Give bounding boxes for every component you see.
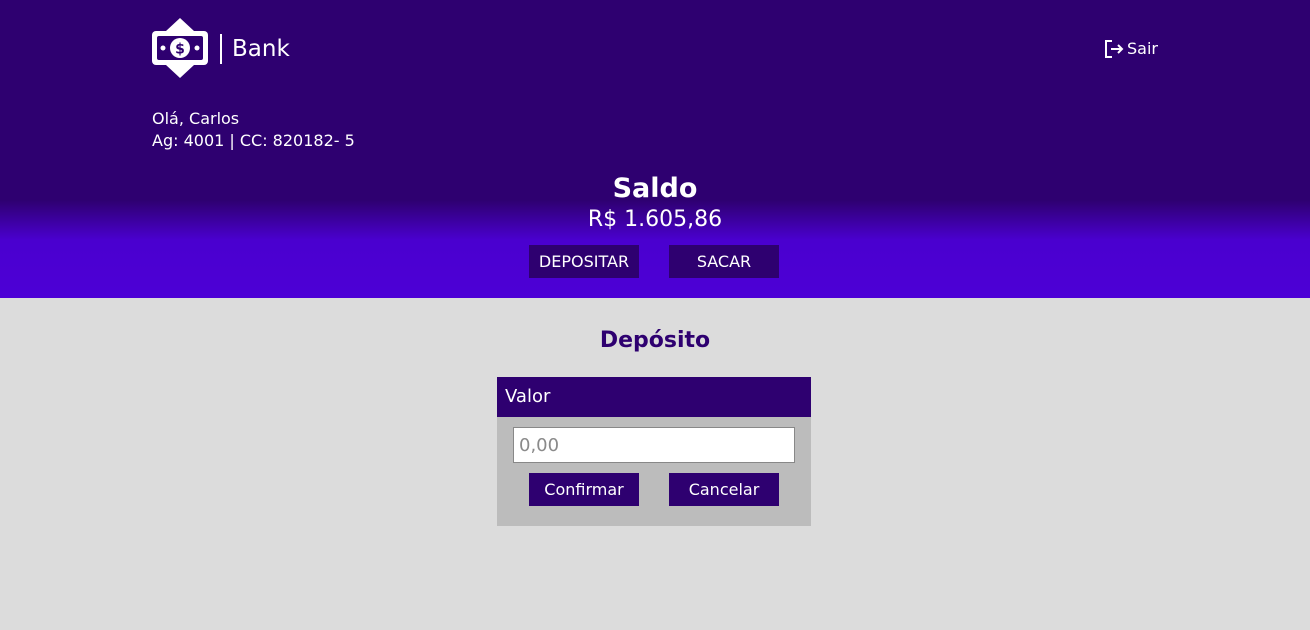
money-bill-icon: $ [152, 17, 208, 79]
cancel-button[interactable]: Cancelar [669, 473, 779, 506]
balance-title: Saldo [612, 173, 698, 204]
amount-input[interactable] [513, 427, 795, 463]
deposit-title: Depósito [599, 328, 711, 353]
deposit-button[interactable]: DEPOSITAR [529, 245, 639, 278]
sign-out-icon [1104, 39, 1124, 59]
deposit-form: Valor Confirmar Cancelar [497, 377, 811, 526]
logout-label: Sair [1127, 39, 1158, 58]
withdraw-button[interactable]: SACAR [669, 245, 779, 278]
confirm-button[interactable]: Confirmar [529, 473, 639, 506]
amount-label: Valor [497, 377, 811, 417]
brand-name: Bank [232, 36, 290, 62]
logout-button[interactable]: Sair [1104, 38, 1158, 60]
balance-value: R$ 1.605,86 [587, 207, 723, 232]
app-header: $ Bank Sair Olá, Carlos Ag: 4001 | CC: 8… [0, 0, 1310, 298]
account-info: Ag: 4001 | CC: 820182- 5 [152, 131, 355, 150]
brand-divider [220, 34, 222, 64]
user-greeting: Olá, Carlos [152, 109, 240, 128]
svg-text:$: $ [175, 42, 185, 58]
